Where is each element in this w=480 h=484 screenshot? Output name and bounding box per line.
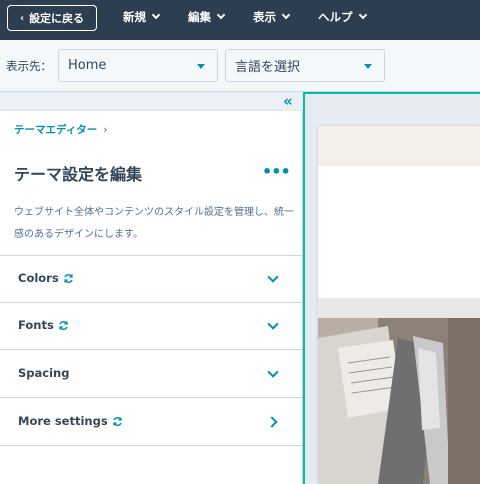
accordion-colors-label: Colors (18, 271, 59, 285)
chevron-down-icon (267, 318, 279, 330)
menu-new-label: 新規 (123, 10, 146, 24)
back-to-settings-button[interactable]: ‹ 設定に戻る (7, 5, 97, 31)
menu-help[interactable]: ヘルプ (318, 0, 367, 34)
chevron-down-icon (358, 10, 367, 20)
breadcrumb-theme-editor[interactable]: テーマエディター (14, 122, 97, 137)
sync-icon (59, 320, 68, 330)
settings-accordion: Colors Fonts Spacing More settings (0, 255, 303, 446)
accordion-spacing[interactable]: Spacing (0, 351, 303, 398)
chevron-down-icon (151, 10, 161, 20)
chevron-right-icon (266, 416, 278, 428)
page-select-value: Home (68, 58, 107, 73)
chevron-down-icon (267, 271, 279, 283)
menu-help-label: ヘルプ (318, 10, 353, 24)
display-target-label: 表示先： (6, 59, 52, 73)
accordion-more-settings-label: More settings (18, 414, 108, 428)
back-button-label: 設定に戻る (29, 12, 85, 25)
accordion-fonts[interactable]: Fonts (0, 303, 303, 350)
chevron-down-icon (216, 10, 226, 20)
page-select[interactable]: Home (58, 49, 218, 82)
menu-edit[interactable]: 編集 (188, 0, 226, 34)
dropdown-caret-icon (197, 64, 205, 69)
menu-edit-label: 編集 (188, 10, 211, 24)
collapse-panel-icon[interactable]: « (283, 93, 297, 109)
preview-hero-image (318, 318, 480, 484)
language-select[interactable]: 言語を選択 (225, 49, 385, 82)
menu-new[interactable]: 新規 (123, 0, 161, 34)
chevron-left-icon: ‹ (19, 12, 25, 24)
more-options-icon[interactable]: ••• (262, 162, 291, 181)
language-select-value: 言語を選択 (235, 60, 301, 75)
breadcrumb: テーマエディター › (14, 122, 108, 137)
accordion-colors[interactable]: Colors (0, 256, 303, 303)
chevron-right-icon: › (103, 123, 108, 136)
menu-view-label: 表示 (253, 10, 276, 24)
menu-view[interactable]: 表示 (253, 0, 291, 34)
preview-header-band (318, 126, 480, 166)
top-nav-bar: ‹ 設定に戻る 新規 編集 表示 ヘルプ (0, 0, 480, 40)
page-title: テーマ設定を編集 (14, 165, 143, 184)
preview-divider-band (318, 298, 480, 318)
accordion-fonts-label: Fonts (18, 318, 54, 332)
sync-icon (64, 273, 73, 283)
accordion-more-settings[interactable]: More settings (0, 399, 303, 446)
accordion-spacing-label: Spacing (18, 366, 70, 380)
panel-header-strip (0, 92, 303, 111)
chevron-down-icon (281, 10, 291, 20)
chevron-down-icon (267, 366, 279, 378)
dropdown-caret-icon (364, 64, 372, 69)
sync-icon (112, 416, 122, 426)
panel-description: ウェブサイト全体やコンテンツのスタイル設定を管理し、統一感のあるデザインにします… (14, 207, 294, 240)
